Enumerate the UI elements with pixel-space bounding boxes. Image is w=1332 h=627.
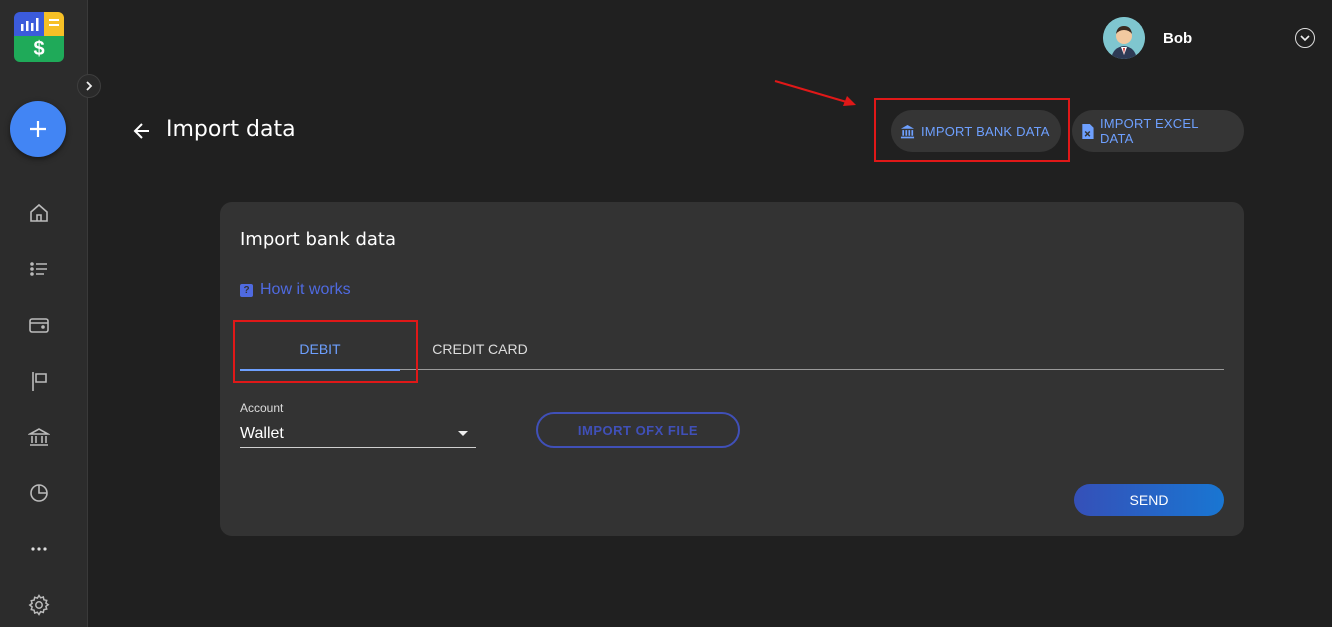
how-it-works-link[interactable]: ? How it works [240,281,351,299]
import-excel-data-button[interactable]: IMPORT EXCEL DATA [1072,110,1244,152]
wallet-icon[interactable] [26,312,52,338]
more-icon[interactable] [26,536,52,562]
bank-icon[interactable] [26,424,52,450]
sidebar: $ [0,0,88,627]
account-label: Account [240,401,284,415]
user-menu-button[interactable] [1295,28,1315,48]
account-value: Wallet [240,424,284,442]
list-icon[interactable] [26,256,52,282]
card-title: Import bank data [240,229,397,250]
import-ofx-file-button[interactable]: IMPORT OFX FILE [536,412,740,448]
help-icon: ? [240,283,253,297]
collapse-sidebar-button[interactable] [77,74,101,98]
tab-credit-card[interactable]: CREDIT CARD [400,328,560,370]
account-select[interactable]: Wallet [240,420,476,448]
user-profile[interactable]: Bob [1103,17,1192,59]
how-it-works-label: How it works [260,281,351,298]
avatar [1103,17,1145,59]
bank-icon [900,124,915,138]
excel-file-icon [1082,123,1094,139]
app-logo[interactable]: $ [14,12,64,62]
page-title: Import data [166,117,296,142]
annotation-arrow-icon [774,79,856,106]
import-bank-data-card: Import bank data ? How it works DEBIT CR… [220,202,1244,536]
import-excel-data-label: IMPORT EXCEL DATA [1099,116,1199,146]
chevron-right-icon [86,81,93,91]
user-name: Bob [1163,29,1193,47]
import-bank-data-button[interactable]: IMPORT BANK DATA [891,110,1061,152]
settings-icon[interactable] [26,592,52,618]
back-button[interactable] [131,120,153,142]
import-bank-data-label: IMPORT BANK DATA [921,123,1050,139]
pie-chart-icon[interactable] [26,480,52,506]
tab-debit[interactable]: DEBIT [240,328,400,371]
dropdown-caret-icon [458,431,468,436]
home-icon[interactable] [26,200,52,226]
add-button[interactable] [10,101,66,157]
send-button[interactable]: SEND [1074,484,1224,516]
flag-icon[interactable] [26,368,52,394]
account-type-tabs: DEBIT CREDIT CARD [240,328,1224,371]
arrow-left-icon [133,123,149,139]
chevron-down-icon [1300,35,1310,42]
plus-icon [30,121,46,137]
